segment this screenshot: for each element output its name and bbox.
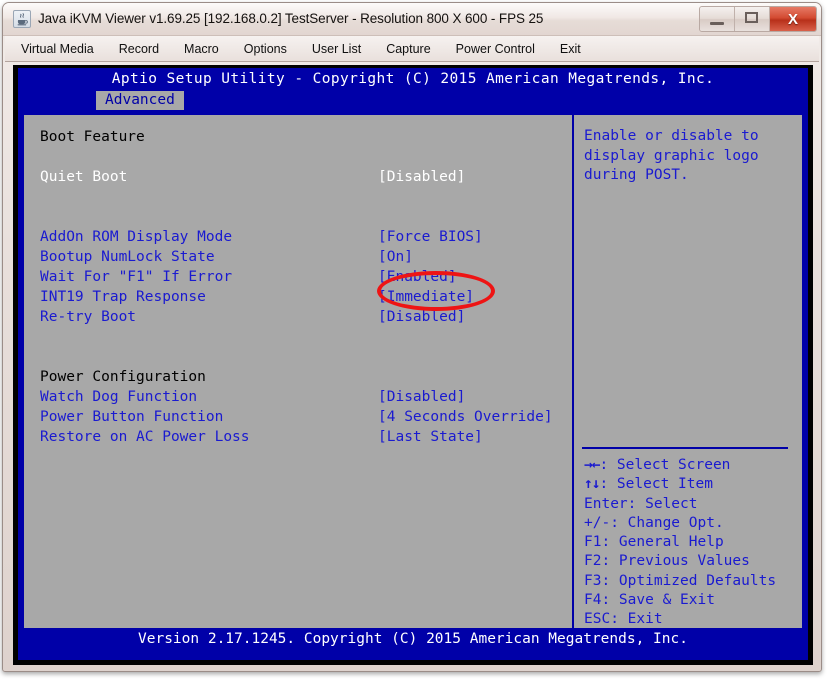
setting-row-int19-trap-response[interactable]: INT19 Trap Response [Immediate] — [40, 287, 570, 307]
help-key-text: : Exit — [610, 611, 662, 627]
setting-row-restore-on-ac-power-loss[interactable]: Restore on AC Power Loss [Last State] — [40, 427, 570, 447]
close-button[interactable]: X — [770, 7, 816, 31]
menu-item-record[interactable]: Record — [117, 40, 161, 58]
setting-value-quiet-boot[interactable]: [Disabled] — [378, 167, 465, 187]
setting-label-wait-for-f1-if-error: Wait For "F1" If Error — [40, 267, 232, 287]
spacer — [40, 187, 570, 207]
bios-header: Aptio Setup Utility - Copyright (C) 2015… — [18, 68, 808, 110]
setting-row-bootup-numlock-state[interactable]: Bootup NumLock State [On] — [40, 247, 570, 267]
tab-advanced[interactable]: Advanced — [96, 91, 184, 110]
setting-value-power-button-function[interactable]: [4 Seconds Override] — [378, 407, 553, 427]
help-key-name: F4 — [584, 592, 601, 608]
menu-item-capture[interactable]: Capture — [384, 40, 432, 58]
help-key-text: : Optimized Defaults — [601, 573, 776, 589]
help-key-select-screen: →←: Select Screen — [584, 456, 800, 475]
arrow-left-right-icon: →← — [584, 457, 599, 473]
help-key-select-item: ↑↓: Select Item — [584, 475, 800, 494]
kvm-remote-screen[interactable]: Aptio Setup Utility - Copyright (C) 2015… — [13, 65, 813, 665]
menu-item-virtual-media[interactable]: Virtual Media — [19, 40, 96, 58]
setting-value-re-try-boot[interactable]: [Disabled] — [378, 307, 465, 327]
help-key-change-opt: +/-: Change Opt. — [584, 514, 800, 533]
setting-value-restore-on-ac-power-loss[interactable]: [Last State] — [378, 427, 483, 447]
bios-help-panel: Enable or disable to display graphic log… — [572, 115, 802, 633]
help-divider — [582, 447, 788, 449]
bios-version-footer: Version 2.17.1245. Copyright (C) 2015 Am… — [18, 628, 808, 650]
bios-setup-screen: Aptio Setup Utility - Copyright (C) 2015… — [18, 68, 808, 660]
setting-row-addon-rom-display-mode[interactable]: AddOn ROM Display Mode [Force BIOS] — [40, 227, 570, 247]
maximize-button[interactable] — [735, 7, 770, 31]
setting-row-wait-for-f1-if-error[interactable]: Wait For "F1" If Error [Enabled] — [40, 267, 570, 287]
menu-item-user-list[interactable]: User List — [310, 40, 363, 58]
setting-value-int19-trap-response[interactable]: [Immediate] — [378, 287, 474, 307]
minimize-button[interactable] — [700, 7, 735, 31]
setting-row-watch-dog-function[interactable]: Watch Dog Function [Disabled] — [40, 387, 570, 407]
bios-settings-list: Boot Feature Quiet Boot [Disabled] AddOn… — [24, 115, 570, 633]
spacer — [40, 327, 570, 347]
help-key-text: : Select Item — [599, 476, 713, 492]
setting-row-power-button-function[interactable]: Power Button Function [4 Seconds Overrid… — [40, 407, 570, 427]
help-key-name: F3 — [584, 573, 601, 589]
menu-item-power-control[interactable]: Power Control — [454, 40, 537, 58]
menu-item-macro[interactable]: Macro — [182, 40, 221, 58]
help-key-text: : Select — [628, 496, 698, 512]
setting-value-addon-rom-display-mode[interactable]: [Force BIOS] — [378, 227, 483, 247]
window-frame: Java iKVM Viewer v1.69.25 [192.168.0.2] … — [2, 2, 822, 672]
help-key-text: : Previous Values — [601, 553, 749, 569]
section-heading-power-configuration: Power Configuration — [40, 367, 570, 387]
setting-label-int19-trap-response: INT19 Trap Response — [40, 287, 206, 307]
minimize-icon — [710, 22, 724, 25]
bios-tab-bar: Advanced — [96, 91, 184, 110]
application-window: Java iKVM Viewer v1.69.25 [192.168.0.2] … — [0, 0, 831, 682]
help-key-name: F1 — [584, 534, 601, 550]
setting-label-quiet-boot: Quiet Boot — [40, 167, 127, 187]
title-bar: Java iKVM Viewer v1.69.25 [192.168.0.2] … — [3, 3, 821, 36]
setting-row-quiet-boot[interactable]: Quiet Boot [Disabled] — [40, 167, 570, 187]
help-key-name: ESC — [584, 611, 610, 627]
setting-value-bootup-numlock-state[interactable]: [On] — [378, 247, 413, 267]
java-coffee-cup-icon — [13, 10, 31, 28]
help-key-enter-select: Enter: Select — [584, 495, 800, 514]
bios-title: Aptio Setup Utility - Copyright (C) 2015… — [18, 71, 808, 87]
menu-item-exit[interactable]: Exit — [558, 40, 583, 58]
help-key-text: : Save & Exit — [601, 592, 715, 608]
window-title: Java iKVM Viewer v1.69.25 [192.168.0.2] … — [38, 11, 543, 26]
section-heading-boot-feature: Boot Feature — [40, 127, 570, 147]
spacer — [40, 207, 570, 227]
setting-label-bootup-numlock-state: Bootup NumLock State — [40, 247, 215, 267]
setting-value-watch-dog-function[interactable]: [Disabled] — [378, 387, 465, 407]
maximize-icon — [745, 12, 758, 23]
setting-value-wait-for-f1-if-error[interactable]: [Enabled] — [378, 267, 457, 287]
help-key-name: F2 — [584, 553, 601, 569]
help-key-esc-exit: ESC: Exit — [584, 610, 800, 629]
help-key-f4-save-exit: F4: Save & Exit — [584, 591, 800, 610]
setting-label-re-try-boot: Re-try Boot — [40, 307, 136, 327]
help-key-list: →←: Select Screen ↑↓: Select Item Enter:… — [584, 456, 800, 630]
menu-bar: Virtual Media Record Macro Options User … — [5, 36, 819, 62]
setting-label-addon-rom-display-mode: AddOn ROM Display Mode — [40, 227, 232, 247]
setting-label-restore-on-ac-power-loss: Restore on AC Power Loss — [40, 427, 250, 447]
spacer — [40, 347, 570, 367]
close-icon: X — [770, 7, 816, 31]
help-key-name: Enter — [584, 496, 628, 512]
setting-row-re-try-boot[interactable]: Re-try Boot [Disabled] — [40, 307, 570, 327]
help-key-name: +/- — [584, 515, 610, 531]
spacer — [40, 147, 570, 167]
bios-content-panel: Boot Feature Quiet Boot [Disabled] AddOn… — [22, 113, 804, 635]
help-key-text: : General Help — [601, 534, 723, 550]
help-key-text: : Change Opt. — [610, 515, 724, 531]
setting-label-power-button-function: Power Button Function — [40, 407, 223, 427]
help-key-f2-previous-values: F2: Previous Values — [584, 552, 800, 571]
window-controls: X — [699, 6, 817, 32]
help-key-text: : Select Screen — [599, 457, 730, 473]
help-key-f1-general-help: F1: General Help — [584, 533, 800, 552]
arrow-up-down-icon: ↑↓ — [584, 476, 599, 492]
setting-label-watch-dog-function: Watch Dog Function — [40, 387, 197, 407]
menu-item-options[interactable]: Options — [242, 40, 289, 58]
help-key-f3-optimized-defaults: F3: Optimized Defaults — [584, 572, 800, 591]
help-description: Enable or disable to display graphic log… — [584, 127, 796, 186]
